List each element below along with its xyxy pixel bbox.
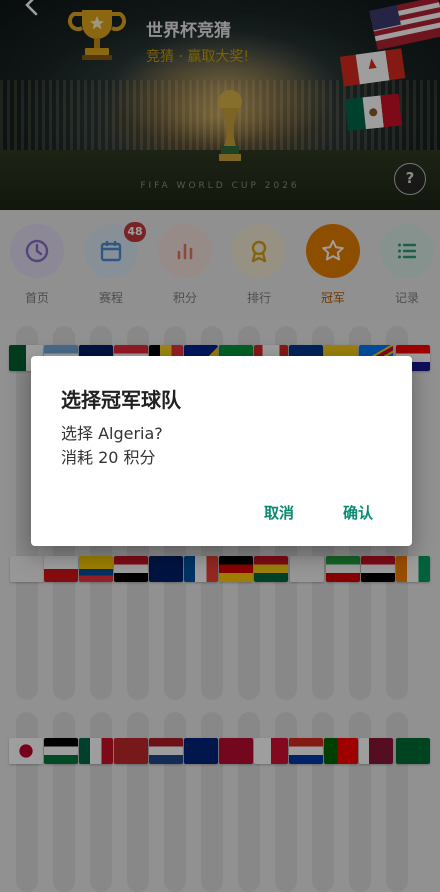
dialog-title: 选择冠军球队: [61, 388, 181, 412]
cancel-button[interactable]: 取消: [264, 502, 294, 523]
dialog-message: 选择 Algeria? 消耗 20 积分: [61, 424, 163, 467]
select-champion-dialog: 选择冠军球队 选择 Algeria? 消耗 20 积分 取消 确认: [31, 356, 412, 546]
confirm-button[interactable]: 确认: [343, 502, 373, 523]
